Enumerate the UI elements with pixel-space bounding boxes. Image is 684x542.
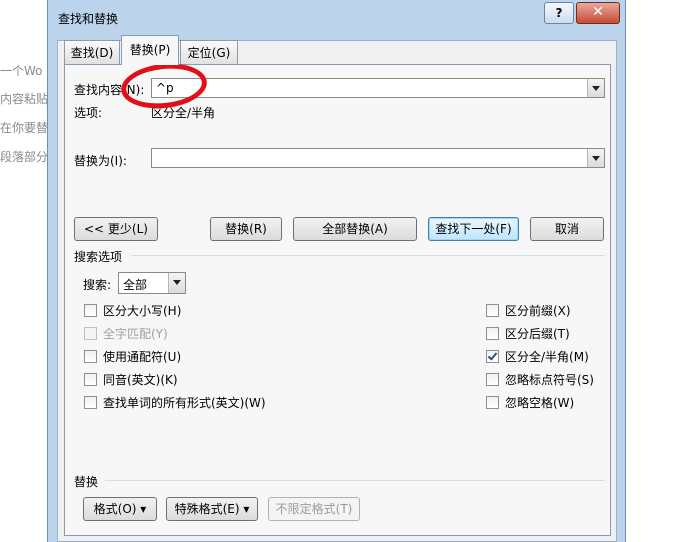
options-label: 选项:	[74, 106, 103, 120]
cancel-button[interactable]: 取消	[530, 217, 604, 241]
sounds-like-checkbox[interactable]	[84, 373, 97, 386]
background-text-line: 内容粘贴	[0, 92, 49, 106]
match-prefix-checkbox[interactable]	[486, 304, 499, 317]
chevron-down-icon[interactable]	[168, 273, 185, 293]
replace-button[interactable]: 替换(R)	[210, 217, 282, 241]
wildcards-checkbox[interactable]	[84, 350, 97, 363]
match-case-checkbox[interactable]	[84, 304, 97, 317]
search-options-heading: 搜索选项	[74, 250, 123, 264]
tab-find[interactable]: 查找(D)	[64, 40, 120, 64]
replace-tab-panel: 查找内容(N): ^p 选项: 区分全/半角 替换为(I): << 更少(L) …	[64, 64, 611, 536]
tab-replace[interactable]: 替换(P)	[121, 35, 179, 65]
search-direction-select[interactable]: 全部	[118, 272, 186, 294]
chevron-down-icon[interactable]	[587, 79, 604, 97]
match-suffix-label: 区分后缀(T)	[505, 327, 570, 341]
replace-all-button[interactable]: 全部替换(A)	[293, 217, 417, 241]
format-button[interactable]: 格式(O) ▾	[83, 497, 157, 521]
background-text-line: 在你要替	[0, 121, 49, 135]
search-options-divider	[131, 255, 605, 256]
match-prefix-label: 区分前缀(X)	[505, 304, 571, 318]
title-bar[interactable]: 查找和替换 ? ✕	[48, 0, 625, 34]
search-direction-value: 全部	[123, 278, 148, 292]
find-what-input[interactable]: ^p	[151, 78, 605, 98]
replace-with-label: 替换为(I):	[74, 154, 127, 168]
close-button[interactable]: ✕	[576, 2, 620, 24]
dialog-title: 查找和替换	[58, 12, 119, 26]
less-button[interactable]: << 更少(L)	[74, 217, 158, 241]
match-suffix-checkbox[interactable]	[486, 327, 499, 340]
sounds-like-label: 同音(英文)(K)	[103, 373, 178, 387]
ignore-whitespace-label: 忽略空格(W)	[505, 396, 575, 410]
replace-with-input[interactable]	[151, 148, 605, 168]
match-width-checkbox[interactable]	[486, 350, 499, 363]
dialog-client: 查找(D) 替换(P) 定位(G) 查找内容(N): ^p 选项: 区分全/半角…	[57, 35, 617, 542]
no-formatting-button: 不限定格式(T)	[268, 497, 360, 521]
match-case-label: 区分大小写(H)	[103, 304, 182, 318]
help-button[interactable]: ?	[544, 2, 574, 24]
match-width-label: 区分全/半角(M)	[505, 350, 589, 364]
ignore-whitespace-checkbox[interactable]	[486, 396, 499, 409]
ignore-punctuation-label: 忽略标点符号(S)	[505, 373, 594, 387]
tab-goto[interactable]: 定位(G)	[180, 40, 238, 64]
all-word-forms-label: 查找单词的所有形式(英文)(W)	[103, 396, 266, 410]
whole-word-label: 全字匹配(Y)	[103, 327, 168, 341]
ignore-punctuation-checkbox[interactable]	[486, 373, 499, 386]
search-direction-label: 搜索:	[83, 278, 112, 292]
replace-section-heading: 替换	[74, 475, 99, 489]
wildcards-label: 使用通配符(U)	[103, 350, 182, 364]
find-next-button[interactable]: 查找下一处(F)	[428, 217, 519, 241]
background-text-line: 一个Wo	[0, 64, 43, 78]
chevron-down-icon[interactable]	[587, 149, 604, 167]
whole-word-checkbox	[84, 327, 97, 340]
background-text-line: 段落部分	[0, 150, 49, 164]
special-button[interactable]: 特殊格式(E) ▾	[166, 497, 258, 521]
all-word-forms-checkbox[interactable]	[84, 396, 97, 409]
replace-section-divider	[105, 480, 605, 481]
